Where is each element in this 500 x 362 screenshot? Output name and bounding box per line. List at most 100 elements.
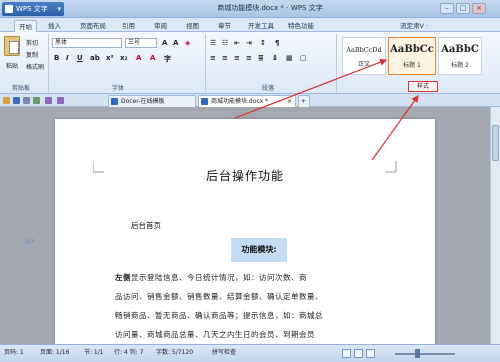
menu-bar: 开始 插入 页面布局 引用 审阅 视图 章节 开发工具 特色功能 流定肃V · xyxy=(0,18,500,32)
print-icon[interactable] xyxy=(23,97,30,104)
strikethrough-icon[interactable]: ab xyxy=(90,54,100,62)
tab-references[interactable]: 引用 xyxy=(118,20,139,32)
app-button-label: WPS 文字 xyxy=(16,5,48,13)
ribbon: 粘贴 剪切 复制 格式刷 剪贴板 黑体 三号 A A ◈ B I U ab x²… xyxy=(0,32,500,94)
style-caption: 标题 2 xyxy=(451,62,469,69)
wps-logo-icon xyxy=(5,5,13,13)
font-size-select[interactable]: 三号 xyxy=(125,38,157,48)
align-center-icon[interactable]: ≡ xyxy=(222,54,228,62)
justify-icon[interactable]: ≡ xyxy=(246,54,252,62)
undo-icon[interactable] xyxy=(45,97,52,104)
style-heading-2[interactable]: AaBbC 标题 2 xyxy=(438,37,482,75)
new-tab-button[interactable]: + xyxy=(298,95,310,107)
vertical-scrollbar[interactable] xyxy=(490,107,500,344)
char-shading-icon[interactable]: 字 xyxy=(164,54,171,64)
document-icon xyxy=(201,98,208,105)
font-color-icon[interactable]: A xyxy=(150,54,155,62)
text-highlight-icon[interactable]: A xyxy=(136,54,141,62)
show-marks-icon[interactable]: ¶ xyxy=(275,39,279,47)
tab-page-layout[interactable]: 页面布局 xyxy=(76,20,110,32)
status-bar: 页码: 1 页面: 1/16 节: 1/1 行: 4 列: 7 字数: 5/71… xyxy=(0,344,500,362)
bold-icon[interactable]: B xyxy=(54,54,59,62)
text-run: 显示登陆信息、今日统计情况，如：访问次数、商 xyxy=(131,273,307,282)
line-spacing-icon[interactable]: ↨ xyxy=(272,54,278,62)
increase-indent-icon[interactable]: ⇥ xyxy=(246,39,252,47)
zoom-slider[interactable] xyxy=(395,353,455,355)
close-tab-icon[interactable]: × xyxy=(287,96,292,107)
clear-format-icon[interactable]: ◈ xyxy=(185,39,190,47)
section-home-label: 后台首页 xyxy=(131,221,161,230)
paragraph-line: 畅销商品、暂无商品、确认商品等；提示信息，如：商城总 xyxy=(115,311,323,320)
print-preview-icon[interactable] xyxy=(33,97,40,104)
underline-icon[interactable]: U xyxy=(77,54,83,62)
italic-icon[interactable]: I xyxy=(66,54,69,62)
distributed-icon[interactable]: ≣ xyxy=(258,54,264,62)
tab-review[interactable]: 审阅 xyxy=(150,20,171,32)
paragraph-line: 访问量、商城商品总量、几天之内生日的会员、到期会员 xyxy=(115,330,315,339)
superscript-icon[interactable]: x² xyxy=(106,54,114,62)
outline-view-icon[interactable] xyxy=(366,349,375,358)
tab-chapter[interactable]: 章节 xyxy=(214,20,235,32)
user-account-menu[interactable]: 流定肃V · xyxy=(400,20,428,32)
style-sample: AaBbCcDd xyxy=(346,46,382,54)
minimize-button[interactable]: – xyxy=(440,3,454,14)
redo-icon[interactable] xyxy=(57,97,64,104)
scroll-thumb[interactable] xyxy=(492,125,499,161)
sort-icon[interactable]: ↕ xyxy=(260,39,266,47)
paragraph-line: 左侧显示登陆信息、今日统计情况，如：访问次数、商 xyxy=(115,272,395,283)
style-sample: AaBbC xyxy=(441,44,479,55)
paragraph-group-label: 段落 xyxy=(262,85,275,92)
group-divider xyxy=(336,34,337,92)
bullet-list-icon[interactable]: ☰ xyxy=(210,39,216,47)
document-tab-bar: Docer-在线模板 商城功能模块.docx * × + xyxy=(0,94,500,107)
format-painter-button[interactable]: 格式刷 xyxy=(26,62,44,71)
cut-button[interactable]: 剪切 xyxy=(26,38,38,47)
zoom-slider-handle[interactable] xyxy=(415,349,420,358)
save-icon[interactable] xyxy=(13,97,20,104)
paragraph-line: 品访问、销售金额、销售数量、结算金额、确认定单数量、 xyxy=(115,292,323,301)
group-divider xyxy=(205,34,206,92)
document-tab-label: 商城功能模块.docx * xyxy=(211,98,269,105)
wps-app-menu-button[interactable]: WPS 文字 ▾ xyxy=(2,2,64,16)
tab-current-document[interactable]: 商城功能模块.docx * × xyxy=(198,95,296,107)
style-heading-1[interactable]: AaBbCc 标题 1 xyxy=(388,37,436,75)
paragraph-handle-icon[interactable]: ▤▾ xyxy=(25,237,35,245)
tab-developer[interactable]: 开发工具 xyxy=(244,20,278,32)
page-view-icon[interactable] xyxy=(342,349,351,358)
shrink-font-icon[interactable]: A xyxy=(173,39,178,47)
tab-view[interactable]: 视图 xyxy=(182,20,203,32)
tab-docer-templates[interactable]: Docer-在线模板 xyxy=(108,95,196,107)
document-page[interactable]: 后台操作功能 后台首页 功能模块: 左侧显示登陆信息、今日统计情况，如：访问次数… xyxy=(55,119,435,344)
numbered-list-icon[interactable]: ☷ xyxy=(222,39,228,47)
font-group-label: 字体 xyxy=(112,85,125,92)
tab-insert[interactable]: 插入 xyxy=(44,20,65,32)
align-right-icon[interactable]: ≡ xyxy=(234,54,240,62)
document-workspace: 后台操作功能 后台首页 功能模块: 左侧显示登陆信息、今日统计情况，如：访问次数… xyxy=(0,107,490,344)
tab-special[interactable]: 特色功能 xyxy=(284,20,318,32)
paste-icon[interactable] xyxy=(4,36,20,56)
paste-button-label[interactable]: 粘贴 xyxy=(6,61,18,70)
status-word-count[interactable]: 字数: 5/7120 xyxy=(156,345,193,361)
grow-font-icon[interactable]: A xyxy=(162,39,167,47)
status-page-number: 页码: 1 xyxy=(4,349,24,356)
copy-button[interactable]: 复制 xyxy=(26,50,38,59)
style-caption: 标题 1 xyxy=(403,62,421,69)
web-view-icon[interactable] xyxy=(354,349,363,358)
maximize-button[interactable]: □ xyxy=(456,3,470,14)
font-name-select[interactable]: 黑体 xyxy=(52,38,122,48)
style-normal[interactable]: AaBbCcDd 正文 xyxy=(342,37,386,75)
style-sample: AaBbCc xyxy=(390,44,434,55)
close-window-button[interactable]: × xyxy=(472,3,486,14)
shading-icon[interactable]: ▦ xyxy=(286,54,293,62)
status-spell-check[interactable]: 拼写检查 xyxy=(212,345,236,361)
group-divider xyxy=(48,34,49,92)
title-bar: WPS 文字 ▾ 商城功能模块.docx * - WPS 文字 – □ × xyxy=(0,0,500,18)
tab-home[interactable]: 开始 xyxy=(14,20,37,32)
align-left-icon[interactable]: ≡ xyxy=(210,54,216,62)
subscript-icon[interactable]: x₂ xyxy=(120,54,128,62)
styles-group-label[interactable]: 样式 xyxy=(408,81,438,92)
open-folder-icon[interactable] xyxy=(3,97,10,104)
borders-icon[interactable]: ▢ xyxy=(300,54,307,62)
decrease-indent-icon[interactable]: ⇤ xyxy=(234,39,240,47)
function-module-heading: 功能模块: xyxy=(231,238,287,262)
